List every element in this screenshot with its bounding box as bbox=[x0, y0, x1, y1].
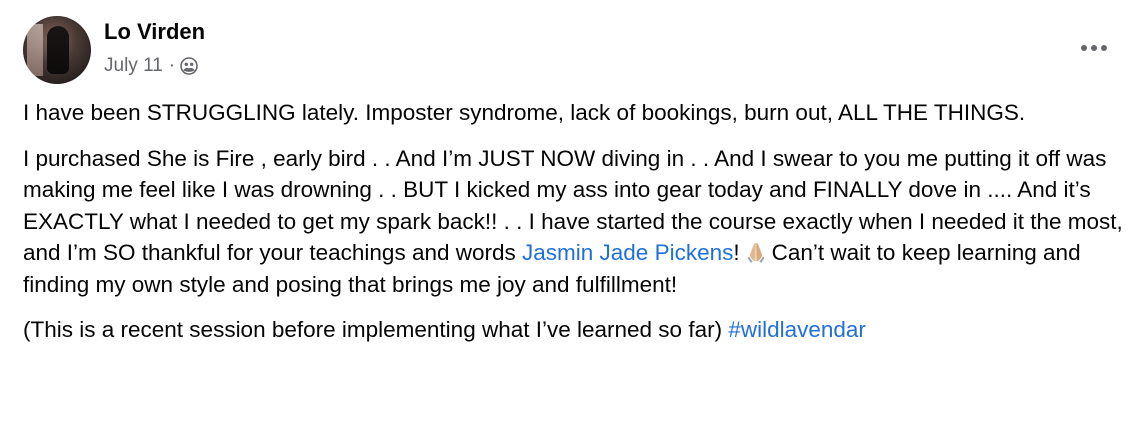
post-card: Lo Virden July 11 · I have been STRUGGLI… bbox=[0, 0, 1148, 426]
mention-link[interactable]: Jasmin Jade Pickens bbox=[522, 240, 733, 265]
post-paragraph-1: I have been STRUGGLING lately. Imposter … bbox=[23, 100, 1026, 125]
more-options-icon-dot bbox=[1081, 45, 1087, 51]
more-options-button[interactable] bbox=[1074, 34, 1114, 62]
avatar-photo-highlight bbox=[27, 24, 43, 76]
more-options-icon-dot bbox=[1091, 45, 1097, 51]
post-date[interactable]: July 11 bbox=[104, 54, 163, 78]
friends-icon[interactable] bbox=[180, 57, 198, 75]
meta-separator: · bbox=[168, 55, 176, 76]
paragraph-3-text: (This is a recent session before impleme… bbox=[23, 317, 729, 342]
post-meta: July 11 · bbox=[104, 54, 198, 78]
post-paragraph-3: (This is a recent session before impleme… bbox=[23, 314, 1128, 346]
post-body: I have been STRUGGLING lately. Imposter … bbox=[23, 97, 1128, 360]
folded-hands-emoji-icon bbox=[747, 243, 765, 263]
hashtag-link[interactable]: #wildlavendar bbox=[728, 317, 866, 342]
author-avatar[interactable] bbox=[23, 16, 91, 84]
post-paragraph-2: I purchased She is Fire , early bird . .… bbox=[23, 143, 1128, 301]
author-name[interactable]: Lo Virden bbox=[104, 18, 205, 46]
avatar-photo-figure bbox=[47, 26, 69, 74]
mention-punctuation: ! bbox=[733, 240, 740, 265]
more-options-icon-dot bbox=[1101, 45, 1107, 51]
